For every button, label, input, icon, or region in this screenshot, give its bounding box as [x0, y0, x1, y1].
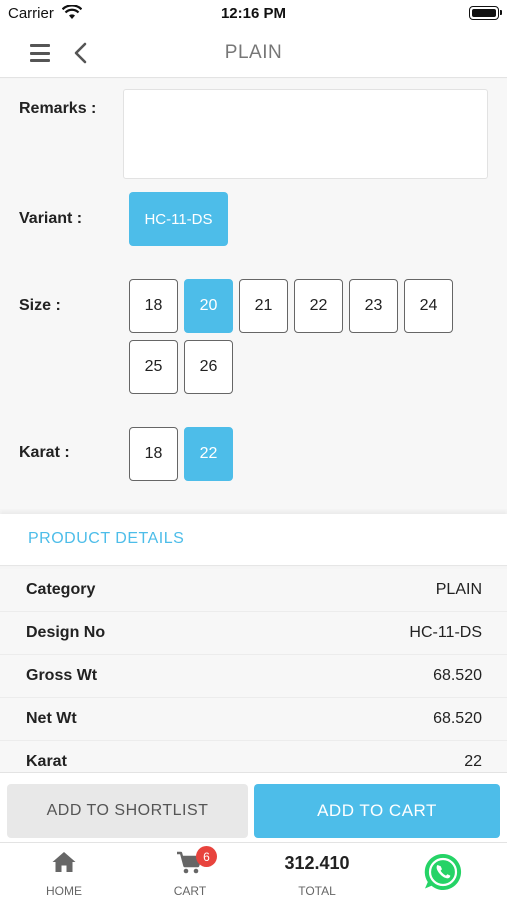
whatsapp-icon — [423, 852, 463, 897]
home-icon — [51, 850, 77, 879]
tab-cart[interactable]: CART — [146, 843, 234, 900]
total-value: 312.410 — [284, 853, 350, 873]
variant-label: Variant : — [19, 210, 83, 227]
size-option-18[interactable]: 18 — [129, 279, 178, 333]
detail-key: Design No — [26, 624, 106, 641]
add-to-shortlist-button[interactable]: ADD TO SHORTLIST — [7, 784, 248, 838]
tab-total-label: TOTAL — [298, 884, 336, 898]
nav-bar: PLAIN — [0, 28, 507, 78]
detail-key: Gross Wt — [26, 667, 98, 684]
detail-key: Category — [26, 581, 96, 598]
page-title: PLAIN — [224, 42, 283, 63]
detail-value: 68.520 — [433, 667, 482, 684]
tab-home-label: HOME — [46, 884, 82, 898]
size-option-22[interactable]: 22 — [294, 279, 343, 333]
status-time: 12:16 PM — [220, 5, 287, 22]
karat-label: Karat : — [19, 444, 70, 461]
product-details-header: PRODUCT DETAILS — [0, 514, 507, 566]
size-label: Size : — [19, 297, 61, 314]
product-details-title: PRODUCT DETAILS — [28, 530, 185, 547]
detail-value: 68.520 — [433, 710, 482, 727]
detail-value: 22 — [464, 753, 482, 770]
product-details-table: Category PLAIN Design No HC-11-DS Gross … — [0, 569, 507, 784]
size-option-25[interactable]: 25 — [129, 340, 178, 394]
battery-icon — [469, 6, 502, 20]
detail-row-category: Category PLAIN — [0, 569, 507, 612]
tab-total: 312.410 TOTAL — [272, 843, 362, 900]
detail-value: PLAIN — [435, 581, 482, 598]
size-option-23[interactable]: 23 — [349, 279, 398, 333]
tab-home[interactable]: HOME — [20, 843, 108, 900]
add-to-cart-button[interactable]: ADD TO CART — [254, 784, 500, 838]
bottom-tab-bar: HOME CART 6 312.410 TOTAL — [0, 842, 507, 900]
remarks-input[interactable] — [123, 89, 488, 179]
product-options: Remarks : Variant : HC-11-DS Size : 18 2… — [0, 79, 507, 509]
detail-row-gross-wt: Gross Wt 68.520 — [0, 655, 507, 698]
action-bar: ADD TO SHORTLIST ADD TO CART — [0, 772, 507, 842]
detail-row-design-no: Design No HC-11-DS — [0, 612, 507, 655]
cart-count-badge: 6 — [196, 846, 217, 867]
detail-value: HC-11-DS — [409, 624, 482, 641]
tab-cart-label: CART — [173, 884, 207, 898]
karat-option-22[interactable]: 22 — [184, 427, 233, 481]
size-option-21[interactable]: 21 — [239, 279, 288, 333]
size-option-24[interactable]: 24 — [404, 279, 453, 333]
detail-key: Net Wt — [26, 710, 77, 727]
whatsapp-button[interactable] — [420, 843, 466, 900]
detail-row-net-wt: Net Wt 68.520 — [0, 698, 507, 741]
detail-key: Karat — [26, 753, 67, 770]
size-option-20[interactable]: 20 — [184, 279, 233, 333]
karat-option-18[interactable]: 18 — [129, 427, 178, 481]
variant-option[interactable]: HC-11-DS — [129, 192, 228, 246]
remarks-label: Remarks : — [19, 100, 97, 117]
size-option-26[interactable]: 26 — [184, 340, 233, 394]
status-bar: Carrier 12:16 PM — [0, 0, 507, 28]
